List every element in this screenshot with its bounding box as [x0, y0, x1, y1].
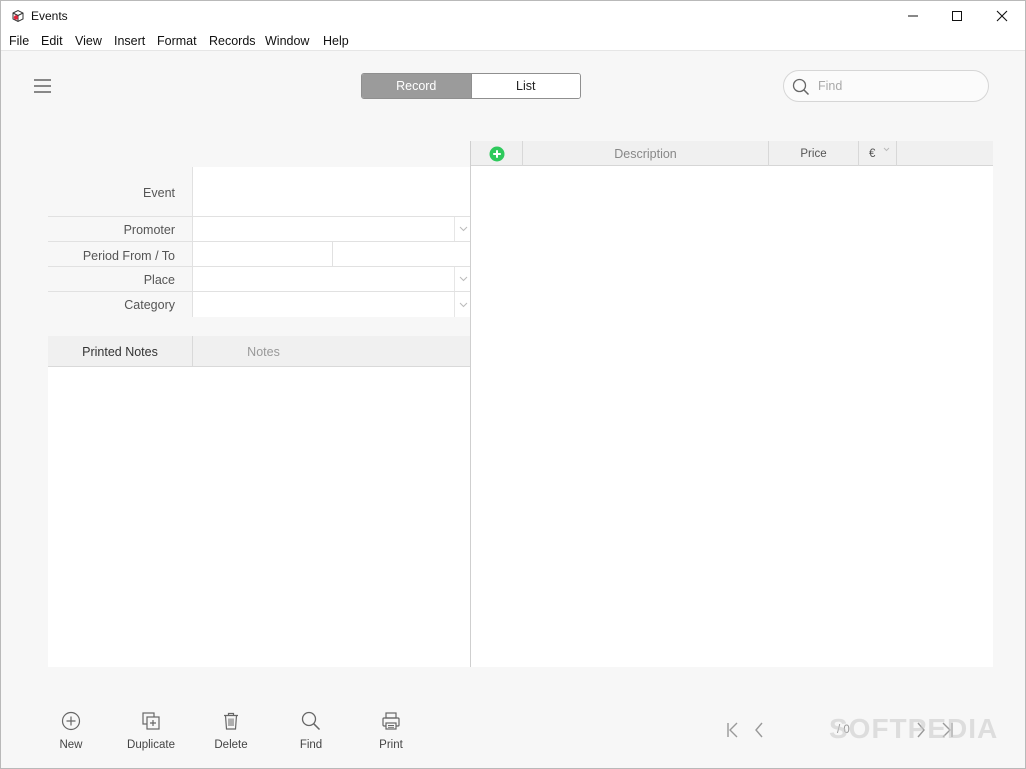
menu-view[interactable]: View	[75, 34, 102, 48]
add-row-icon	[489, 146, 504, 161]
promoter-dropdown-button[interactable]	[454, 217, 471, 241]
view-switch: Record List	[361, 73, 581, 99]
menu-records[interactable]: Records	[209, 34, 256, 48]
menu-help[interactable]: Help	[323, 34, 349, 48]
list-view-button[interactable]: List	[470, 74, 580, 98]
minimize-button[interactable]	[890, 1, 936, 31]
currency-column-header[interactable]: €	[858, 141, 896, 166]
notes-tabs: Printed Notes Notes	[48, 336, 471, 367]
items-table-body[interactable]	[471, 166, 993, 667]
event-row: Event	[48, 167, 471, 217]
items-table: Description Price €	[470, 141, 993, 667]
duplicate-record-button[interactable]: Duplicate	[116, 709, 186, 753]
items-table-header: Description Price €	[471, 141, 993, 166]
place-label: Place	[143, 273, 175, 287]
search-box	[783, 70, 989, 102]
menu-bar: File Edit View Insert Format Records Win…	[1, 31, 1025, 51]
event-form: Event Promoter Period From / To Place Ca…	[48, 167, 471, 317]
print-label: Print	[379, 739, 403, 751]
close-window-button[interactable]	[979, 1, 1025, 31]
promoter-field[interactable]	[192, 217, 471, 241]
maximize-icon	[952, 11, 962, 21]
app-window: Events File Edit View Insert Format Reco…	[0, 0, 1026, 769]
duplicate-icon	[142, 712, 160, 730]
add-row-button[interactable]	[471, 141, 522, 166]
description-column-header[interactable]: Description	[522, 141, 768, 166]
first-record-button[interactable]	[722, 719, 744, 741]
sidebar-toggle-button[interactable]	[34, 78, 51, 93]
print-button[interactable]: Print	[356, 709, 426, 753]
menu-edit[interactable]: Edit	[41, 34, 63, 48]
chevron-down-icon	[459, 276, 467, 282]
minimize-icon	[908, 15, 918, 17]
new-record-button[interactable]: New	[36, 709, 106, 753]
place-dropdown-button[interactable]	[454, 267, 471, 291]
first-record-icon	[727, 722, 738, 738]
menu-window[interactable]: Window	[265, 34, 309, 48]
chevron-down-icon	[459, 226, 467, 232]
promoter-label: Promoter	[123, 223, 175, 237]
find-record-button[interactable]: Find	[276, 709, 346, 753]
new-icon	[61, 711, 81, 731]
category-field[interactable]	[192, 292, 471, 317]
previous-record-icon	[755, 722, 763, 738]
new-label: New	[59, 739, 83, 751]
softpedia-watermark: SOFTPEDIA	[829, 713, 999, 744]
period-row: Period From / To	[48, 242, 471, 267]
printed-notes-textarea[interactable]	[48, 367, 471, 667]
app-icon	[12, 9, 24, 23]
chevron-down-icon	[883, 147, 890, 152]
category-dropdown-button[interactable]	[454, 292, 471, 317]
print-icon	[382, 712, 400, 730]
currency-label: €	[869, 147, 876, 160]
duplicate-label: Duplicate	[127, 739, 175, 751]
period-label: Period From / To	[82, 249, 175, 263]
place-field[interactable]	[192, 267, 471, 291]
search-input[interactable]	[818, 77, 978, 95]
tab-printed-notes[interactable]: Printed Notes	[48, 336, 192, 367]
price-column-header[interactable]: Price	[768, 141, 858, 166]
period-to-field[interactable]	[332, 242, 472, 266]
close-icon	[996, 10, 1008, 22]
tab-notes[interactable]: Notes	[192, 336, 334, 367]
promoter-row: Promoter	[48, 217, 471, 242]
menu-insert[interactable]: Insert	[114, 34, 145, 48]
search-icon	[792, 78, 810, 96]
column-divider	[896, 141, 897, 166]
place-row: Place	[48, 267, 471, 292]
category-label: Category	[124, 298, 175, 312]
delete-icon	[224, 712, 238, 730]
maximize-button[interactable]	[934, 1, 980, 31]
event-field[interactable]	[192, 167, 471, 216]
category-row: Category	[48, 292, 471, 317]
chevron-down-icon	[459, 302, 467, 307]
menu-format[interactable]: Format	[157, 34, 197, 48]
period-from-field[interactable]	[192, 242, 471, 266]
delete-record-button[interactable]: Delete	[196, 709, 266, 753]
menu-icon	[34, 79, 51, 81]
window-title: Events	[31, 9, 68, 23]
find-label: Find	[299, 739, 323, 751]
title-bar: Events	[1, 1, 1025, 31]
record-view-button[interactable]: Record	[362, 74, 471, 98]
menu-file[interactable]: File	[9, 34, 29, 48]
event-label: Event	[143, 186, 175, 200]
previous-record-button[interactable]	[748, 719, 770, 741]
delete-label: Delete	[214, 739, 248, 751]
find-icon	[301, 711, 321, 731]
